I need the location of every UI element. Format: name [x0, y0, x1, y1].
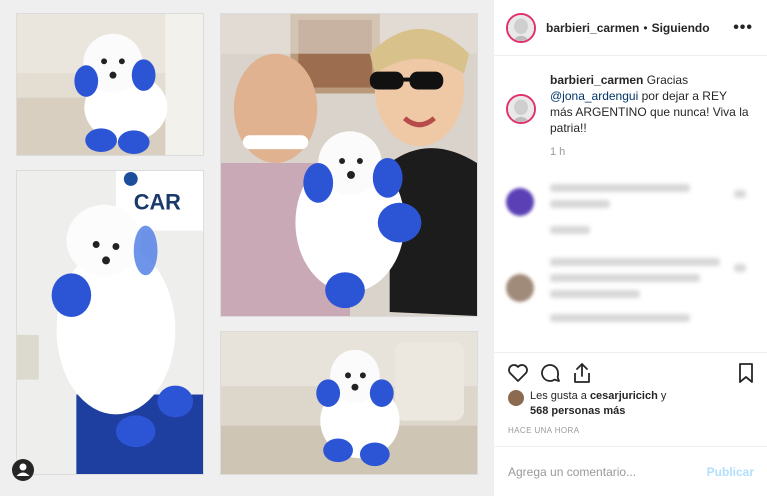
- post-sidebar: barbieri_carmen • Siguiendo ••• barbieri…: [493, 0, 767, 496]
- header-username[interactable]: barbieri_carmen: [546, 21, 639, 35]
- publish-button[interactable]: Publicar: [707, 465, 754, 479]
- header-separator: •: [643, 20, 648, 35]
- photo-dog-sitting: [220, 331, 478, 475]
- post-image-collage[interactable]: CAR: [0, 0, 493, 496]
- blurred-comment: [506, 274, 534, 302]
- caption-avatar[interactable]: [506, 94, 536, 124]
- caption-time: 1 h: [550, 146, 566, 158]
- likes-prefix: Les gusta a: [530, 390, 587, 402]
- sign-text: CAR: [134, 190, 181, 215]
- comment-input[interactable]: Agrega un comentario...: [508, 465, 707, 479]
- more-icon[interactable]: •••: [733, 19, 753, 37]
- follow-status-button[interactable]: Siguiendo: [652, 21, 710, 35]
- caption-username[interactable]: barbieri_carmen: [550, 73, 643, 87]
- photo-selfie: [220, 13, 478, 317]
- user-tag-icon[interactable]: [12, 459, 34, 481]
- comment-form: Agrega un comentario... Publicar: [494, 446, 767, 496]
- post-caption: barbieri_carmen Gracias @jona_ardengui p…: [494, 56, 767, 160]
- caption-text-before: Gracias: [646, 73, 689, 87]
- blurred-comment: [506, 188, 534, 216]
- heart-icon[interactable]: [506, 361, 530, 385]
- likes-user-link[interactable]: cesarjuricich: [590, 390, 658, 402]
- caption-body: barbieri_carmen Gracias @jona_ardengui p…: [550, 72, 750, 160]
- liker-avatar[interactable]: [508, 390, 524, 406]
- post-header: barbieri_carmen • Siguiendo •••: [494, 0, 767, 56]
- action-bar: [494, 352, 767, 392]
- comment-icon[interactable]: [538, 361, 562, 385]
- photo-dog-standing: CAR: [16, 170, 204, 475]
- photo-dog-couch: [16, 13, 204, 156]
- bookmark-icon[interactable]: [734, 361, 758, 385]
- likes-count-link[interactable]: 568 personas más: [530, 405, 625, 417]
- avatar[interactable]: [506, 12, 536, 43]
- share-icon[interactable]: [570, 361, 594, 385]
- likes-connector: y: [660, 390, 667, 402]
- post-timestamp[interactable]: HACE UNA HORA: [508, 426, 579, 435]
- caption-mention-link[interactable]: @jona_ardengui: [550, 89, 638, 103]
- likes-summary: Les gusta a cesarjuricich y 568 personas…: [508, 389, 666, 419]
